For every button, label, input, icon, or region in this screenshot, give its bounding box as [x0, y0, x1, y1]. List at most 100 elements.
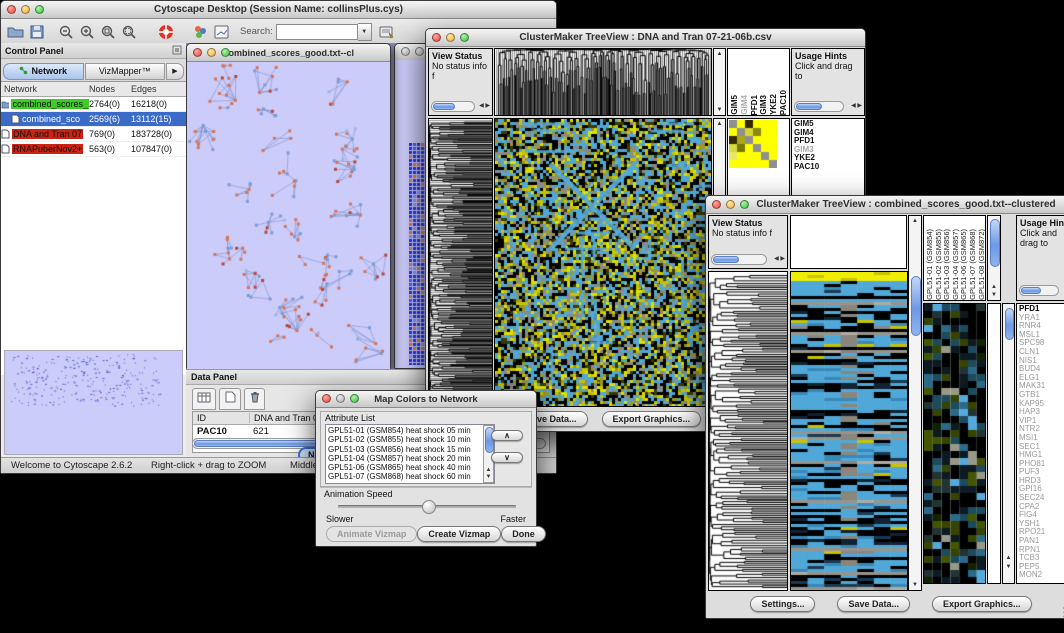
- zoom-button[interactable]: [460, 33, 469, 42]
- zoom-button[interactable]: [35, 5, 44, 14]
- delete-attribute-icon[interactable]: [244, 388, 265, 410]
- zoom-in-icon[interactable]: [76, 22, 97, 41]
- minimize-button[interactable]: [21, 5, 30, 14]
- close-button[interactable]: [401, 47, 410, 56]
- tv2-row-dendrogram[interactable]: [708, 271, 788, 591]
- status-zoom-hint: Right-click + drag to ZOOM: [151, 460, 266, 471]
- search-index-icon[interactable]: [377, 22, 398, 41]
- treeview1-title-bar[interactable]: ClusterMaker TreeView : DNA and Tran 07-…: [426, 29, 865, 47]
- zoom-button[interactable]: [740, 200, 749, 209]
- tv2-labels-scrollbar[interactable]: ▲ ▼: [987, 215, 1001, 301]
- tab-vizmapper[interactable]: VizMapper™: [85, 63, 166, 80]
- minimize-button[interactable]: [336, 394, 345, 403]
- float-panel-icon[interactable]: [172, 42, 182, 60]
- treeview-button[interactable]: Save Data...: [837, 596, 910, 612]
- help-lifering-icon[interactable]: [155, 22, 176, 41]
- col-header-network[interactable]: Network: [1, 82, 89, 96]
- close-button[interactable]: [712, 200, 721, 209]
- save-icon[interactable]: [26, 22, 47, 41]
- slider-thumb[interactable]: [422, 500, 436, 514]
- console-icon[interactable]: [211, 22, 232, 41]
- network-row-dna-tran[interactable]: DNA and Tran 07 769(0) 183728(0): [1, 127, 186, 142]
- tv2-gene-scrollbar[interactable]: ▲ ▼: [1002, 303, 1015, 584]
- gene-label[interactable]: PAC10: [794, 163, 864, 172]
- attribute-item[interactable]: GPL51-06 (GSM865) heat shock 40 min: [328, 463, 492, 472]
- network-row-combined-sco-selected[interactable]: combined_sco 2569(6) 13112(15): [1, 112, 186, 127]
- tv2-heatmap-scrollbar[interactable]: ▲ ▼: [908, 215, 922, 591]
- attribute-item[interactable]: GPL51-07 (GSM868) heat shock 60 min: [328, 472, 492, 481]
- attribute-item[interactable]: GPL51-01 (GSM854) heat shock 05 min: [328, 426, 492, 435]
- tv1-status-scrollbar[interactable]: [431, 101, 475, 112]
- attribute-item[interactable]: GPL51-03 (GSM856) heat shock 15 min: [328, 445, 492, 454]
- zoom-selected-icon[interactable]: [118, 22, 139, 41]
- close-button[interactable]: [7, 5, 16, 14]
- network-row-combined-scores[interactable]: combined_scores_ 2764(0) 16218(0): [1, 97, 186, 112]
- data-panel-title: Data Panel: [191, 372, 237, 382]
- gene-label[interactable]: MON2: [1019, 571, 1064, 580]
- vizmapper-icon[interactable]: [190, 22, 211, 41]
- tv2-usage-hints-panel: Usage HintsClick and drag to: [1016, 215, 1064, 301]
- main-title-bar[interactable]: Cytoscape Desktop (Session Name: collins…: [1, 1, 556, 19]
- tv2-subheat-gap: [987, 303, 1001, 584]
- column-label: GIM4: [740, 95, 750, 115]
- network-window-title: combined_scores_good.txt--cluste...: [224, 48, 354, 58]
- tv2-sub-heatmap[interactable]: [923, 303, 986, 584]
- move-up-button[interactable]: ∧: [491, 430, 523, 441]
- network-view-window[interactable]: combined_scores_good.txt--cluste...: [186, 43, 391, 369]
- tv2-heatmap[interactable]: [790, 271, 908, 591]
- attribute-item[interactable]: GPL51-04 (GSM857) heat shock 20 min: [328, 454, 492, 463]
- minimize-button[interactable]: [415, 47, 424, 56]
- attribute-select-icon[interactable]: [192, 388, 216, 410]
- right-arrow-icon: ▶: [780, 256, 785, 262]
- tv1-column-dendrogram[interactable]: [494, 48, 712, 116]
- column-label: GIM3: [759, 95, 769, 115]
- close-button[interactable]: [193, 48, 202, 57]
- data-col-id[interactable]: ID: [193, 413, 250, 423]
- col-header-edges[interactable]: Edges: [131, 84, 183, 94]
- tv2-column-dendrogram[interactable]: [790, 215, 907, 269]
- right-arrow-icon: ▶: [857, 103, 862, 109]
- minimize-button[interactable]: [726, 200, 735, 209]
- zoom-button[interactable]: [221, 48, 230, 57]
- search-dropdown-button[interactable]: ▼: [358, 23, 372, 41]
- treeview2-title: ClusterMaker TreeView : combined_scores_…: [756, 199, 1055, 210]
- move-down-button[interactable]: ∨: [491, 452, 523, 463]
- minimize-button[interactable]: [446, 33, 455, 42]
- search-input[interactable]: [276, 24, 358, 40]
- tv2-usage-scrollbar[interactable]: [1019, 285, 1059, 296]
- zoom-button[interactable]: [350, 394, 359, 403]
- treeview2-title-bar[interactable]: ClusterMaker TreeView : combined_scores_…: [706, 196, 1064, 214]
- create-vizmap-button[interactable]: Create Vizmap: [417, 526, 501, 542]
- col-header-nodes[interactable]: Nodes: [89, 84, 131, 94]
- close-button[interactable]: [322, 394, 331, 403]
- animate-vizmap-button[interactable]: Animate Vizmap: [326, 526, 417, 542]
- network-row-rnapuber[interactable]: RNAPuberNov2+ 563(0) 107847(0): [1, 142, 186, 157]
- treeview-button[interactable]: Export Graphics...: [932, 596, 1032, 612]
- tv2-status-scrollbar[interactable]: [711, 254, 767, 265]
- treeview-button[interactable]: Export Graphics...: [602, 411, 702, 427]
- up-arrow-icon: ▲: [484, 467, 493, 473]
- attribute-item[interactable]: GPL51-02 (GSM855) heat shock 10 min: [328, 435, 492, 444]
- desktop: { "icons": {"up":"▲","down":"▼","left":"…: [0, 0, 1064, 633]
- down-arrow-icon: ▼: [1003, 564, 1014, 570]
- tab-overflow-button[interactable]: ▶: [166, 63, 184, 80]
- animation-speed-slider[interactable]: [338, 505, 516, 508]
- new-attribute-icon[interactable]: [219, 388, 241, 410]
- tab-network[interactable]: Network: [3, 63, 84, 80]
- tv1-heatmap[interactable]: [494, 118, 712, 407]
- birdseye-view[interactable]: [4, 350, 183, 455]
- column-label: GPL51-02 (GSM855): [934, 229, 943, 300]
- open-file-icon[interactable]: [5, 22, 26, 41]
- tv1-row-dendrogram[interactable]: [428, 118, 493, 407]
- tv1-dendro-scroll[interactable]: ▲ ▼: [713, 48, 726, 116]
- tv1-usage-scrollbar[interactable]: [794, 101, 844, 112]
- treeview-button[interactable]: Settings...: [750, 596, 815, 612]
- zoom-fit-icon[interactable]: [97, 22, 118, 41]
- left-arrow-icon: ◀: [851, 103, 856, 109]
- done-button[interactable]: Done: [501, 526, 546, 542]
- close-button[interactable]: [432, 33, 441, 42]
- zoom-out-icon[interactable]: [55, 22, 76, 41]
- column-label: GPL51-06 (GSM865): [959, 229, 968, 300]
- network-canvas[interactable]: [187, 62, 390, 369]
- minimize-button[interactable]: [207, 48, 216, 57]
